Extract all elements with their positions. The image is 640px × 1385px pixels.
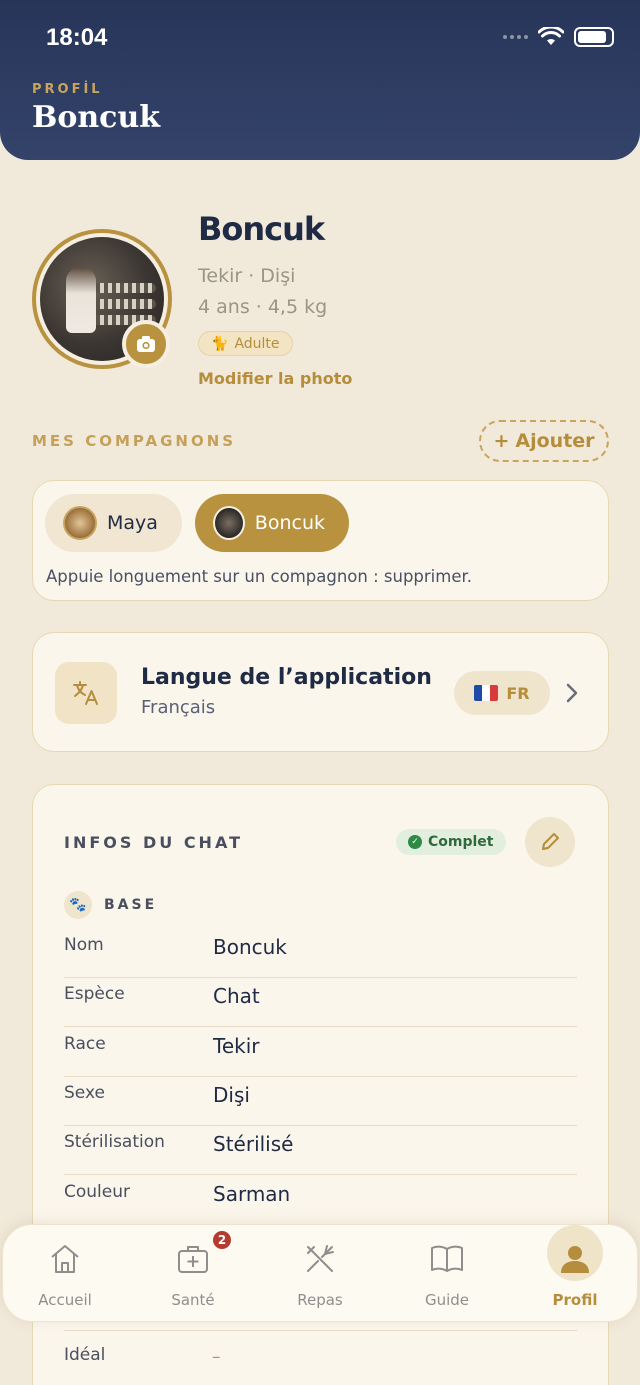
life-stage-badge: 🐈 Adulte — [198, 331, 293, 356]
info-row-sterilization: Stérilisation Stérilisé — [64, 1126, 577, 1175]
tab-home[interactable]: Accueil — [15, 1239, 115, 1309]
cat-info-title: INFOS DU CHAT — [64, 833, 243, 852]
companions-heading: MES COMPAGNONS — [32, 432, 237, 450]
pet-name: Boncuk — [198, 210, 325, 248]
base-section-label: BASE — [104, 897, 158, 913]
status-time: 18:04 — [46, 24, 108, 51]
info-value: Dişi — [213, 1083, 250, 1107]
info-row-sex: Sexe Dişi — [64, 1077, 577, 1126]
divider — [64, 1330, 577, 1331]
info-row-breed: Race Tekir — [64, 1028, 577, 1077]
info-value: Tekir — [213, 1034, 260, 1058]
check-icon: ✓ — [408, 835, 422, 849]
companion-name: Boncuk — [254, 512, 325, 534]
info-value: – — [212, 1347, 221, 1367]
wifi-icon — [538, 27, 564, 45]
notification-badge: 2 — [211, 1229, 233, 1251]
tab-guide[interactable]: Guide — [397, 1239, 497, 1309]
home-icon — [45, 1239, 85, 1279]
pet-breed-sex: Tekir · Dişi — [198, 265, 296, 287]
info-value: Chat — [213, 984, 260, 1008]
language-current: Français — [141, 697, 216, 718]
info-key: Nom — [64, 935, 104, 955]
companions-hint: Appuie longuement sur un compagnon : sup… — [46, 567, 472, 586]
companion-avatar — [63, 506, 97, 540]
user-icon — [555, 1239, 595, 1279]
battery-icon — [574, 27, 614, 47]
status-icons — [503, 27, 614, 47]
pet-age-weight: 4 ans · 4,5 kg — [198, 296, 328, 318]
companion-pill-boncuk[interactable]: Boncuk — [195, 494, 349, 552]
tab-bar: Accueil Santé 2 Repas Guide Profil — [2, 1224, 638, 1322]
info-value: Boncuk — [213, 935, 287, 959]
info-key: Race — [64, 1034, 106, 1054]
tab-label: Santé — [171, 1291, 215, 1309]
utensils-icon — [300, 1239, 340, 1279]
info-key: Couleur — [64, 1182, 130, 1202]
info-row-name: Nom Boncuk — [64, 929, 577, 978]
info-key: Espèce — [64, 984, 125, 1004]
cat-icon: 🐈 — [211, 335, 229, 352]
companion-avatar — [213, 506, 245, 540]
add-companion-label: Ajouter — [515, 430, 595, 452]
base-section-header: 🐾 BASE — [64, 891, 157, 919]
info-row-color: Couleur Sarman — [64, 1176, 577, 1225]
page-title: Boncuk — [32, 100, 161, 135]
translate-icon — [55, 662, 117, 724]
header-eyebrow: PROFİL — [32, 82, 103, 97]
info-row-species: Espèce Chat — [64, 978, 577, 1027]
france-flag-icon — [474, 685, 499, 701]
status-label: Complet — [428, 834, 494, 850]
tab-health[interactable]: Santé — [143, 1239, 243, 1309]
tab-label: Accueil — [38, 1291, 92, 1309]
signal-icon — [503, 35, 528, 39]
info-value: Stérilisé — [213, 1132, 294, 1156]
language-title: Langue de l’application — [141, 665, 432, 690]
modify-photo-link[interactable]: Modifier la photo — [198, 369, 352, 388]
camera-icon — [137, 336, 155, 352]
info-value: Sarman — [213, 1182, 291, 1206]
info-key: Idéal — [64, 1345, 106, 1365]
medical-kit-icon — [173, 1239, 213, 1279]
paw-icon: 🐾 — [64, 891, 92, 919]
companion-pill-maya[interactable]: Maya — [45, 494, 182, 552]
tab-label: Profil — [552, 1291, 598, 1309]
info-key: Sexe — [64, 1083, 105, 1103]
tab-label: Repas — [297, 1291, 343, 1309]
companion-name: Maya — [107, 512, 158, 534]
life-stage-label: Adulte — [234, 335, 280, 352]
companions-card: Maya Boncuk Appuie longuement sur un com… — [32, 480, 609, 601]
language-setting-row[interactable]: Langue de l’application Français FR — [32, 632, 609, 752]
book-icon — [427, 1239, 467, 1279]
plus-icon: + — [493, 430, 510, 452]
language-code-chip: FR — [454, 671, 550, 715]
status-badge: ✓ Complet — [396, 829, 506, 855]
language-code: FR — [506, 683, 530, 703]
tab-profile[interactable]: Profil — [525, 1239, 625, 1309]
edit-info-button[interactable] — [525, 817, 575, 867]
header: 18:04 PROFİL Boncuk — [0, 0, 640, 160]
change-photo-button[interactable] — [122, 320, 170, 368]
info-key: Stérilisation — [64, 1132, 165, 1152]
tab-label: Guide — [424, 1291, 470, 1309]
chevron-right-icon — [566, 683, 578, 703]
tab-meals[interactable]: Repas — [270, 1239, 370, 1309]
pencil-icon — [542, 833, 559, 850]
add-companion-button[interactable]: + Ajouter — [479, 420, 609, 462]
